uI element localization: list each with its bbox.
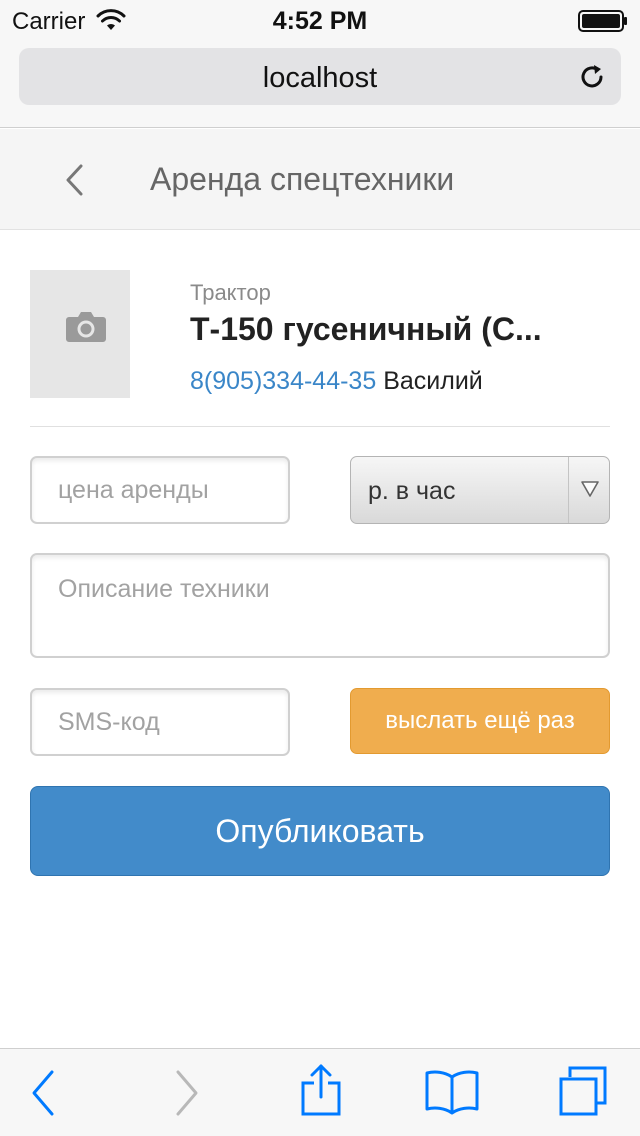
item-contact: 8(905)334-44-35 Василий (190, 367, 483, 396)
item-title: Т-150 гусеничный (С... (190, 311, 542, 347)
unit-select-value: р. в час (368, 477, 456, 505)
description-field[interactable] (30, 553, 610, 658)
address-bar[interactable]: localhost (19, 48, 621, 105)
camera-icon (66, 312, 106, 342)
status-bar: Carrier 4:52 PM (0, 0, 640, 40)
price-field[interactable] (30, 456, 290, 524)
back-arrow-icon[interactable] (62, 162, 86, 198)
select-divider (568, 457, 569, 523)
contact-name: Василий (383, 367, 483, 395)
status-time: 4:52 PM (272, 7, 368, 35)
tabs-icon[interactable] (558, 1065, 608, 1117)
share-icon[interactable] (300, 1063, 342, 1117)
price-input[interactable] (32, 458, 288, 522)
page-title: Аренда спецтехники (150, 161, 455, 197)
publish-button[interactable]: Опубликовать (30, 786, 610, 876)
reload-icon[interactable] (577, 62, 607, 92)
back-icon[interactable] (30, 1069, 56, 1117)
item-category: Трактор (190, 280, 271, 305)
bookmarks-icon[interactable] (425, 1069, 479, 1115)
contact-phone-link[interactable]: 8(905)334-44-35 (190, 367, 376, 395)
chevron-down-icon (581, 481, 599, 497)
sms-code-input[interactable] (32, 690, 288, 754)
battery-icon (578, 10, 627, 32)
sms-code-field[interactable] (30, 688, 290, 756)
app-header: Аренда спецтехники (0, 129, 640, 230)
unit-select[interactable]: р. в час (350, 456, 610, 524)
description-textarea[interactable] (32, 555, 608, 656)
address-text: localhost (262, 62, 378, 94)
browser-bottom-toolbar (0, 1048, 640, 1136)
resend-sms-button[interactable]: выслать ещё раз (350, 688, 610, 754)
item-photo-placeholder[interactable] (30, 270, 130, 398)
divider (30, 426, 610, 427)
browser-top-bar: localhost (0, 40, 640, 128)
forward-icon[interactable] (174, 1069, 200, 1117)
